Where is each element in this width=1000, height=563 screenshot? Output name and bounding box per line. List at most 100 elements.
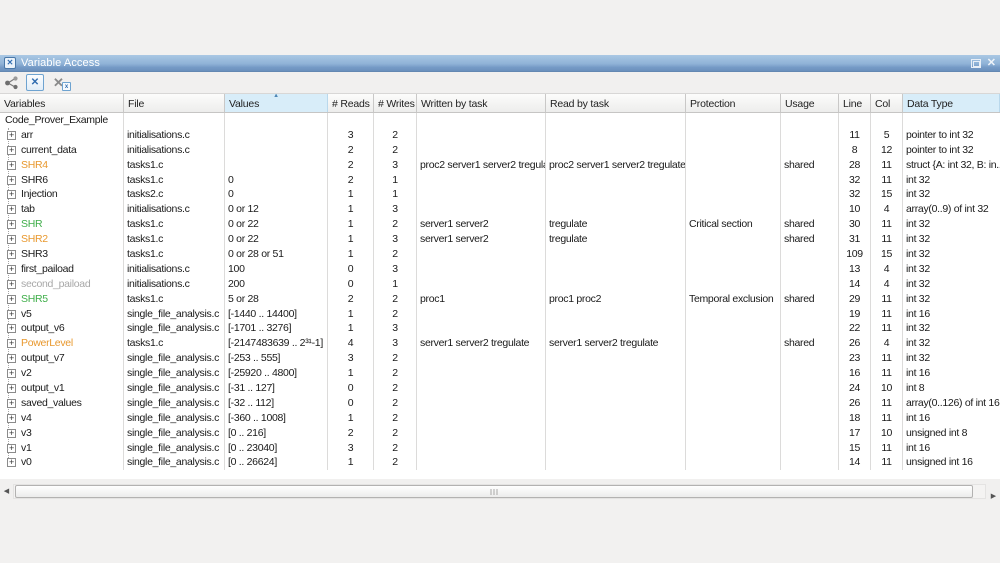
expand-plus-icon[interactable]: + <box>7 176 16 185</box>
expand-plus-icon[interactable]: + <box>7 354 16 363</box>
cell-line[interactable]: 28 <box>839 158 871 173</box>
cell-reads[interactable]: 3 <box>328 128 374 143</box>
cell-written_by[interactable] <box>417 441 546 456</box>
cell-col[interactable]: 11 <box>871 307 903 322</box>
cell-usage[interactable] <box>781 411 839 426</box>
cell-protection[interactable] <box>686 113 781 128</box>
column-header-usage[interactable]: Usage <box>781 94 839 112</box>
expand-plus-icon[interactable]: + <box>7 339 16 348</box>
cell-written_by[interactable] <box>417 321 546 336</box>
cell-written_by[interactable] <box>417 455 546 470</box>
cell-reads[interactable]: 2 <box>328 143 374 158</box>
cell-data_type[interactable]: int 16 <box>903 366 1000 381</box>
cell-name[interactable]: +output_v6 <box>0 321 124 336</box>
cell-values[interactable]: [-32 .. 112] <box>225 396 328 411</box>
cell-writes[interactable]: 3 <box>374 262 417 277</box>
table-row[interactable]: +SHR5tasks1.c5 or 2822proc1proc1 proc2Te… <box>0 292 1000 307</box>
cell-data_type[interactable]: int 32 <box>903 336 1000 351</box>
cell-reads[interactable] <box>328 113 374 128</box>
expand-plus-icon[interactable]: + <box>7 190 16 199</box>
cell-values[interactable]: [0 .. 26624] <box>225 455 328 470</box>
cell-data_type[interactable]: pointer to int 32 <box>903 128 1000 143</box>
cell-data_type[interactable]: array(0..9) of int 32 <box>903 202 1000 217</box>
table-row[interactable]: Code_Prover_Example <box>0 113 1000 128</box>
cell-usage[interactable] <box>781 455 839 470</box>
cell-values[interactable]: 100 <box>225 262 328 277</box>
cell-usage[interactable]: shared <box>781 158 839 173</box>
column-header-writes[interactable]: # Writes <box>374 94 417 112</box>
cell-writes[interactable]: 2 <box>374 366 417 381</box>
cell-usage[interactable] <box>781 262 839 277</box>
cell-name[interactable]: +first_paiload <box>0 262 124 277</box>
cell-name[interactable]: +tab <box>0 202 124 217</box>
cell-read_by[interactable] <box>546 366 686 381</box>
cell-reads[interactable]: 1 <box>328 307 374 322</box>
cell-name[interactable]: +v3 <box>0 426 124 441</box>
table-row[interactable]: +v1single_file_analysis.c[0 .. 23040]321… <box>0 441 1000 456</box>
cell-reads[interactable]: 1 <box>328 187 374 202</box>
cell-writes[interactable]: 3 <box>374 158 417 173</box>
cell-line[interactable]: 19 <box>839 307 871 322</box>
cell-usage[interactable] <box>781 307 839 322</box>
column-header-line[interactable]: Line <box>839 94 871 112</box>
cell-usage[interactable]: shared <box>781 217 839 232</box>
cell-file[interactable]: single_file_analysis.c <box>124 411 225 426</box>
cell-values[interactable]: [-360 .. 1008] <box>225 411 328 426</box>
cell-read_by[interactable] <box>546 441 686 456</box>
cell-line[interactable]: 26 <box>839 336 871 351</box>
cell-file[interactable]: single_file_analysis.c <box>124 351 225 366</box>
cell-name[interactable]: +SHR5 <box>0 292 124 307</box>
column-header-data_type[interactable]: Data Type <box>903 94 1000 112</box>
expand-plus-icon[interactable]: + <box>7 399 16 408</box>
expand-plus-icon[interactable]: + <box>7 295 16 304</box>
cell-read_by[interactable] <box>546 307 686 322</box>
cell-written_by[interactable] <box>417 396 546 411</box>
cell-read_by[interactable] <box>546 247 686 262</box>
cell-values[interactable]: [-25920 .. 4800] <box>225 366 328 381</box>
cell-line[interactable]: 22 <box>839 321 871 336</box>
expand-plus-icon[interactable]: + <box>7 458 16 467</box>
cell-col[interactable]: 12 <box>871 143 903 158</box>
cell-protection[interactable] <box>686 232 781 247</box>
cell-usage[interactable] <box>781 277 839 292</box>
cell-values[interactable]: 0 or 22 <box>225 217 328 232</box>
cell-protection[interactable] <box>686 202 781 217</box>
cell-col[interactable]: 11 <box>871 441 903 456</box>
cell-file[interactable]: single_file_analysis.c <box>124 381 225 396</box>
cell-read_by[interactable] <box>546 411 686 426</box>
cell-line[interactable]: 16 <box>839 366 871 381</box>
cell-file[interactable]: tasks1.c <box>124 232 225 247</box>
expand-plus-icon[interactable]: + <box>7 324 16 333</box>
cell-name[interactable]: +SHR4 <box>0 158 124 173</box>
cell-col[interactable]: 11 <box>871 232 903 247</box>
cell-usage[interactable] <box>781 366 839 381</box>
table-row[interactable]: +v4single_file_analysis.c[-360 .. 1008]1… <box>0 411 1000 426</box>
cell-values[interactable]: [-31 .. 127] <box>225 381 328 396</box>
cell-protection[interactable] <box>686 321 781 336</box>
expand-plus-icon[interactable]: + <box>7 161 16 170</box>
cell-usage[interactable] <box>781 173 839 188</box>
cell-written_by[interactable] <box>417 247 546 262</box>
cell-data_type[interactable]: unsigned int 8 <box>903 426 1000 441</box>
cell-writes[interactable]: 2 <box>374 411 417 426</box>
cell-values[interactable]: [-1440 .. 14400] <box>225 307 328 322</box>
column-header-written_by[interactable]: Written by task <box>417 94 546 112</box>
column-header-read_by[interactable]: Read by task <box>546 94 686 112</box>
cell-line[interactable]: 109 <box>839 247 871 262</box>
table-row[interactable]: +v5single_file_analysis.c[-1440 .. 14400… <box>0 307 1000 322</box>
cell-writes[interactable]: 2 <box>374 247 417 262</box>
cell-file[interactable]: single_file_analysis.c <box>124 441 225 456</box>
cell-usage[interactable] <box>781 128 839 143</box>
cell-read_by[interactable]: tregulate <box>546 217 686 232</box>
cell-protection[interactable] <box>686 187 781 202</box>
cell-line[interactable]: 29 <box>839 292 871 307</box>
cell-data_type[interactable]: int 16 <box>903 307 1000 322</box>
cell-reads[interactable]: 0 <box>328 262 374 277</box>
table-row[interactable]: +SHR3tasks1.c0 or 28 or 511210915int 32 <box>0 247 1000 262</box>
table-row[interactable]: +current_datainitialisations.c22812point… <box>0 143 1000 158</box>
table-row[interactable]: +second_pailoadinitialisations.c20001144… <box>0 277 1000 292</box>
cell-values[interactable]: 200 <box>225 277 328 292</box>
column-header-protection[interactable]: Protection <box>686 94 781 112</box>
table-row[interactable]: +output_v1single_file_analysis.c[-31 .. … <box>0 381 1000 396</box>
cell-reads[interactable]: 1 <box>328 455 374 470</box>
